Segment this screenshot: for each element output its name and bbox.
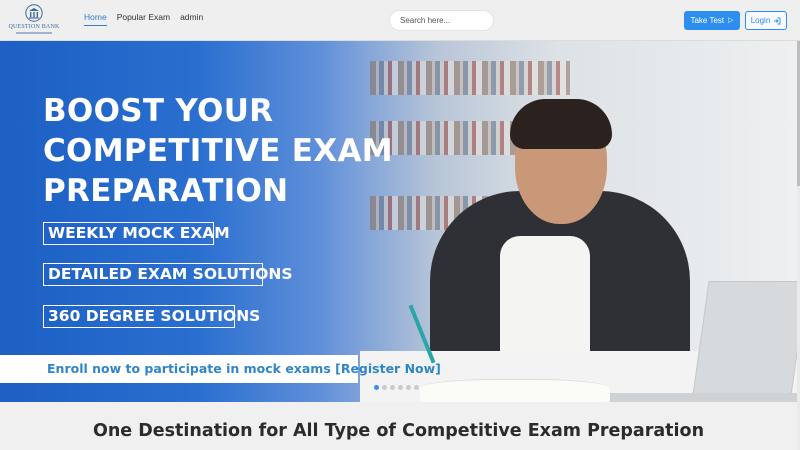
hero-headline-line: COMPETITIVE EXAM	[43, 133, 393, 169]
carousel-dot[interactable]	[382, 385, 387, 390]
hero-tag-weekly-mock-exam: WEEKLY MOCK EXAM	[43, 222, 230, 245]
play-icon: ▷	[728, 17, 734, 24]
carousel-dot[interactable]	[398, 385, 403, 390]
open-book-image	[420, 379, 610, 402]
section-title: One Destination for All Type of Competit…	[92, 421, 705, 441]
login-label: Login	[750, 16, 771, 25]
laptop-base	[610, 393, 797, 402]
bank-building-icon	[25, 4, 43, 22]
hero-headline: BOOST YOUR COMPETITIVE EXAM PREPARATION	[43, 91, 403, 211]
carousel-dot[interactable]	[374, 385, 379, 390]
sign-in-icon	[774, 17, 781, 24]
logo-text: QUESTION BANK	[8, 24, 60, 30]
laptop-image	[691, 281, 797, 402]
login-button[interactable]: Login	[745, 11, 787, 30]
nav-link-popular-exam[interactable]: Popular Exam	[117, 12, 170, 26]
enroll-register-banner[interactable]: Enroll now to participate in mock exams …	[0, 355, 441, 383]
carousel-dot[interactable]	[414, 385, 419, 390]
hero-tag-detailed-solutions: DETAILED EXAM SOLUTIONS	[43, 263, 293, 286]
carousel-indicators	[374, 385, 419, 390]
carousel-dot[interactable]	[406, 385, 411, 390]
hero-headline-line: BOOST YOUR	[43, 93, 274, 129]
navbar: QUESTION BANK Home Popular Exam admin Ta…	[0, 0, 800, 41]
search-input[interactable]	[389, 10, 494, 31]
nav-link-home[interactable]: Home	[84, 12, 107, 26]
bookshelf-background	[370, 61, 570, 95]
take-test-label: Take Test	[690, 16, 725, 25]
nav-link-admin[interactable]: admin	[180, 12, 203, 26]
hero-tag-360-solutions: 360 DEGREE SOLUTIONS	[43, 305, 260, 328]
nav-links: Home Popular Exam admin	[84, 12, 203, 26]
take-test-button[interactable]: Take Test ▷	[684, 11, 740, 30]
site-logo[interactable]: QUESTION BANK	[8, 4, 60, 38]
logo-underline	[16, 32, 52, 34]
carousel-dot[interactable]	[390, 385, 395, 390]
hero-headline-line: PREPARATION	[43, 173, 289, 209]
student-photo-hair	[510, 99, 612, 149]
